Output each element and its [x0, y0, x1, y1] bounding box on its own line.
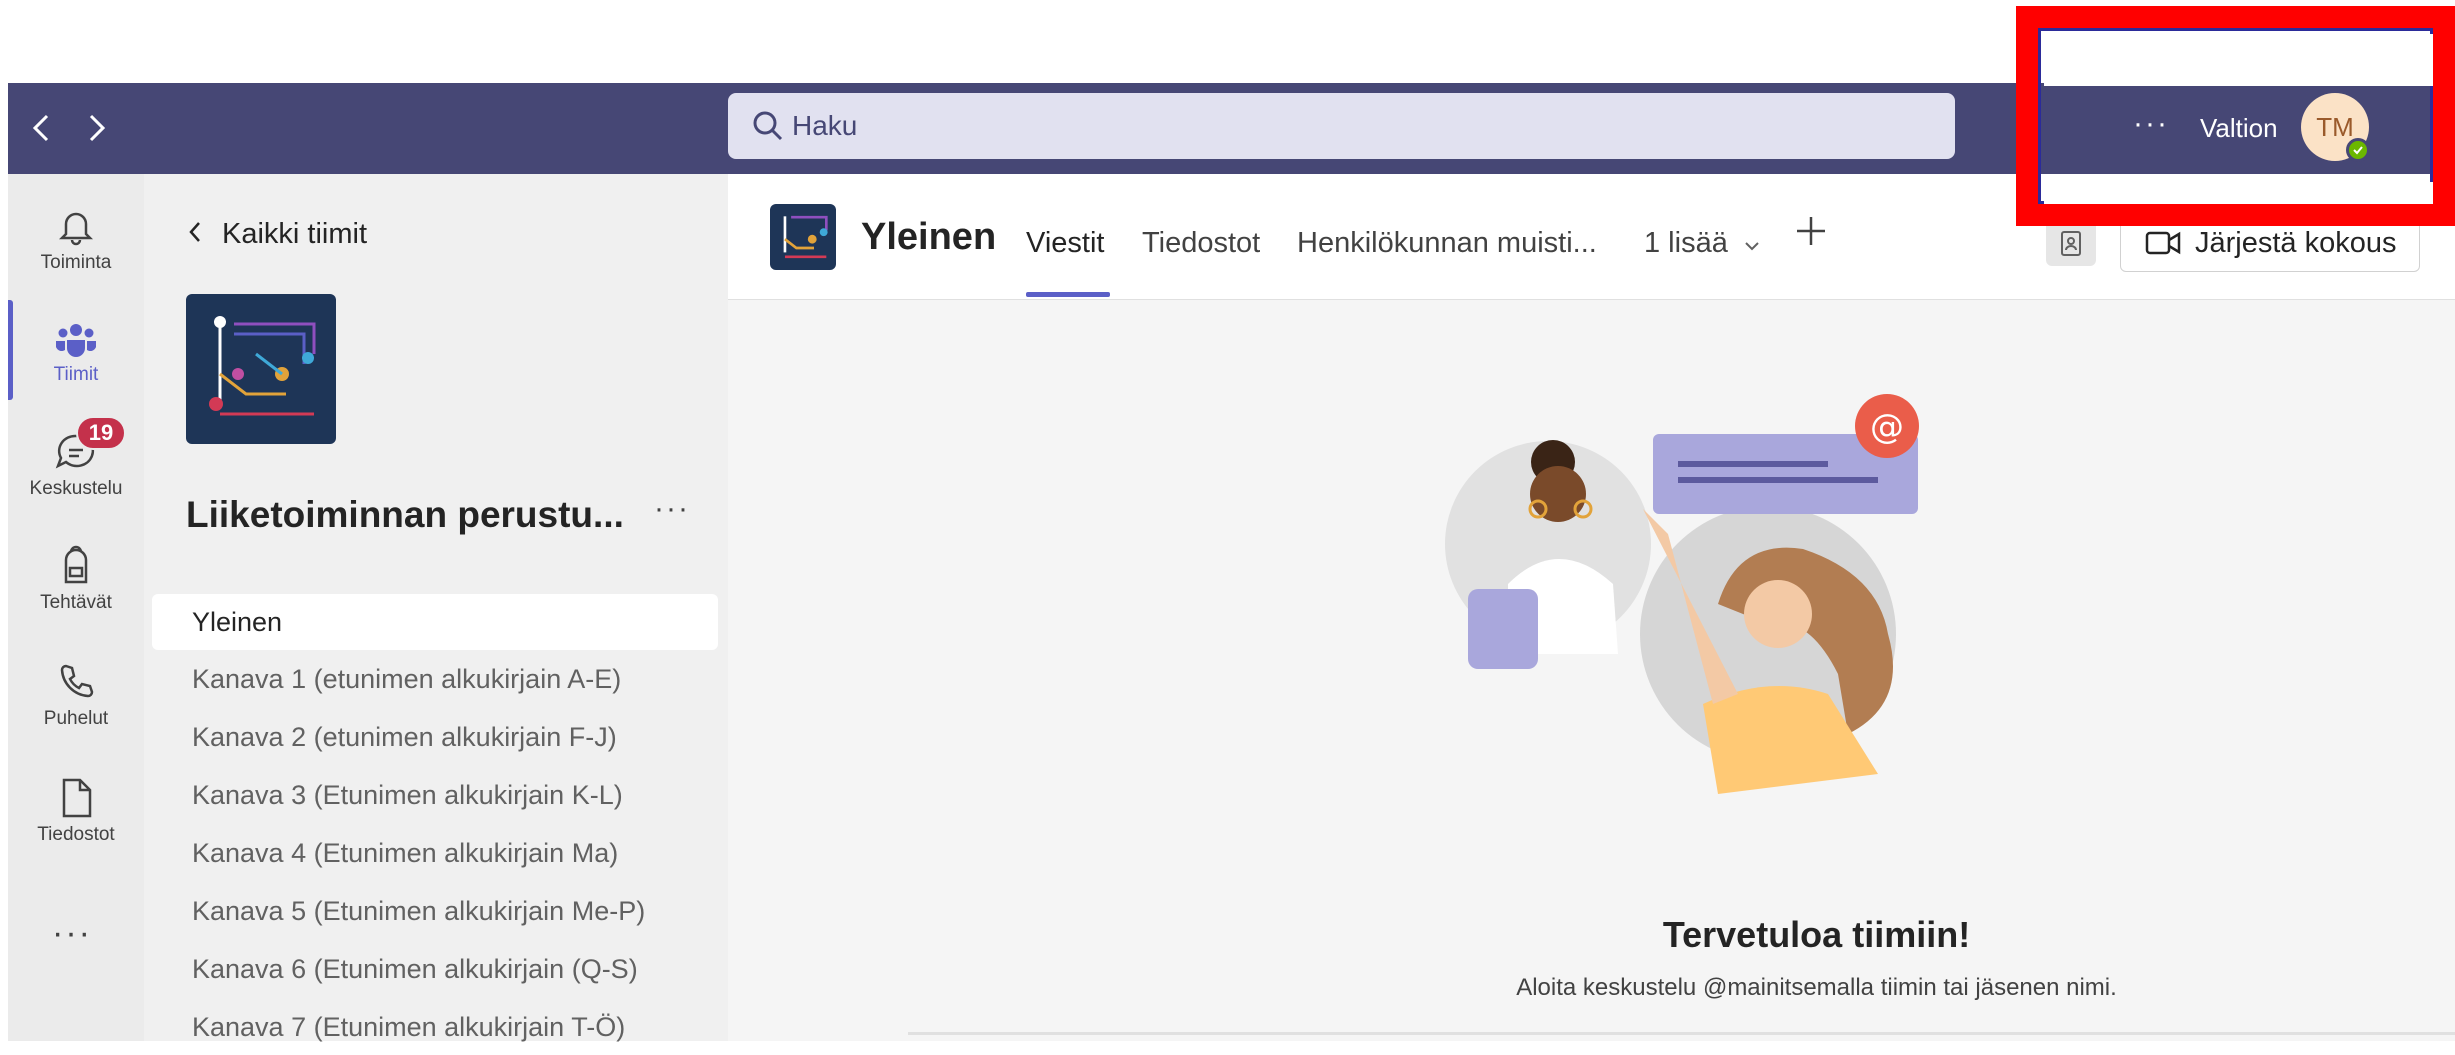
- channel-main: Yleinen Viestit Tiedostot Henkilökunnan …: [728, 174, 2455, 1041]
- phone-icon: [60, 664, 94, 698]
- tab-posts[interactable]: Viestit: [1026, 227, 1104, 260]
- rail-item-chat[interactable]: Keskustelu: [8, 408, 144, 508]
- channel-item[interactable]: Kanava 1 (etunimen alkukirjain A-E): [152, 651, 718, 707]
- back-arrow-button[interactable]: [16, 103, 66, 153]
- forward-arrow-button[interactable]: [72, 103, 122, 153]
- plus-icon: [1797, 217, 1825, 245]
- rail-label: Tehtävät: [40, 592, 112, 613]
- all-teams-back-link[interactable]: Kaikki tiimit: [188, 218, 367, 251]
- welcome-subtitle: Aloita keskustelu @mainitsemalla tiimin …: [1516, 974, 2117, 1001]
- welcome-illustration: @: [1445, 394, 1919, 794]
- rail-item-files[interactable]: Tiedostot: [8, 754, 144, 854]
- schedule-meeting-label: Järjestä kokous: [2195, 226, 2397, 259]
- tab-more[interactable]: 1 lisää: [1644, 227, 1760, 260]
- add-tab-button[interactable]: [1793, 210, 1829, 260]
- rail-label: Keskustelu: [29, 478, 123, 499]
- rail-item-teams[interactable]: Tiimit: [8, 294, 144, 394]
- channel-info-button[interactable]: [2046, 220, 2096, 266]
- rail-label: Tiimit: [53, 364, 99, 385]
- highlight-top-band: [2044, 34, 2433, 86]
- channel-item[interactable]: Kanava 2 (etunimen alkukirjain F-J): [152, 709, 718, 765]
- highlight-inner-border: [2038, 28, 2433, 204]
- tab-staff-notes[interactable]: Henkilökunnan muisti...: [1297, 227, 1597, 260]
- backpack-icon: [64, 545, 88, 584]
- highlight-box: [2016, 6, 2455, 226]
- search-icon: [753, 111, 783, 141]
- channel-item[interactable]: Kanava 7 (Etunimen alkukirjain T-Ö): [152, 999, 718, 1055]
- more-apps-button[interactable]: ···: [52, 914, 92, 953]
- back-label: Kaikki tiimit: [222, 218, 368, 250]
- id-badge-icon: [2061, 231, 2081, 256]
- rail-label: Tiedostot: [37, 824, 115, 845]
- channel-item[interactable]: Kanava 5 (Etunimen alkukirjain Me-P): [152, 883, 718, 939]
- teams-icon: [56, 324, 96, 357]
- channel-item[interactable]: Kanava 3 (Etunimen alkukirjain K-L): [152, 767, 718, 823]
- chevron-left-icon: [32, 114, 49, 142]
- channel-team-logo: [770, 204, 836, 270]
- channel-title: Yleinen: [861, 216, 997, 258]
- active-tab-indicator: [1026, 292, 1110, 297]
- compose-divider: [908, 1032, 2455, 1035]
- team-panel: Kaikki tiimit Liiketoiminnan perustu... …: [144, 174, 728, 1042]
- video-camera-icon: [2145, 231, 2181, 255]
- file-icon: [62, 778, 92, 818]
- channel-item[interactable]: Kanava 6 (Etunimen alkukirjain (Q-S): [152, 941, 718, 997]
- tab-more-label: 1 lisää: [1644, 227, 1728, 259]
- highlight-bottom-band: [2044, 182, 2433, 204]
- rail-item-activity[interactable]: Toiminta: [8, 182, 144, 282]
- chevron-left-icon: [188, 218, 202, 251]
- search-box[interactable]: Haku: [728, 93, 1955, 159]
- channel-item[interactable]: Kanava 4 (Etunimen alkukirjain Ma): [152, 825, 718, 881]
- chevron-down-icon: [1745, 242, 1759, 251]
- bell-icon: [58, 212, 94, 246]
- chevron-right-icon: [89, 114, 106, 142]
- team-logo: [186, 294, 336, 444]
- svg-text:@: @: [1870, 407, 1904, 447]
- team-more-options-button[interactable]: ···: [654, 492, 690, 526]
- search-placeholder: Haku: [792, 110, 858, 141]
- rail-label: Toiminta: [40, 252, 112, 273]
- app-rail: Toiminta Tiimit Keskustelu 19 Tehtävät P…: [8, 174, 144, 1041]
- tab-files[interactable]: Tiedostot: [1142, 227, 1260, 260]
- unread-count-badge: 19: [76, 416, 126, 450]
- welcome-title: Tervetuloa tiimiin!: [1662, 914, 1971, 955]
- rail-label: Puhelut: [43, 708, 109, 729]
- rail-item-assignments[interactable]: Tehtävät: [8, 522, 144, 622]
- rail-item-calls[interactable]: Puhelut: [8, 638, 144, 738]
- team-name[interactable]: Liiketoiminnan perustu...: [186, 494, 624, 536]
- channel-item-yleinen[interactable]: Yleinen: [152, 594, 718, 650]
